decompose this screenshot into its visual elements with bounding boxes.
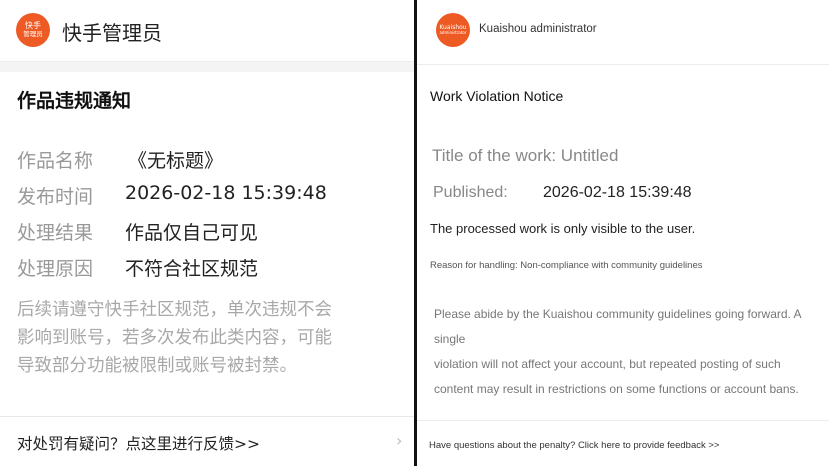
row-label: 作品名称 [17, 150, 94, 172]
guideline-line: 影响到账号，若多次发布此类内容，可能 [17, 328, 332, 348]
chevron-right-icon[interactable]: › [396, 431, 402, 450]
published-value: 2026-02-18 15:39:48 [543, 184, 692, 201]
footer-separator [0, 416, 414, 417]
left-panel-chinese: 快手 管理员 快手管理员 作品违规通知 作品名称 《无标题》 发布时间 2026… [0, 0, 414, 466]
logo-text-bottom: administrator [439, 30, 467, 36]
feedback-link[interactable]: 对处罚有疑问？点这里进行反馈>> [17, 432, 260, 454]
app-header: 快手 管理员 快手管理员 [0, 0, 414, 62]
row-value: 作品仅自己可见 [125, 222, 259, 244]
guideline-line: 后续请遵守快手社区规范，单次违规不会 [17, 300, 332, 320]
guideline-line: violation will not affect your account, … [434, 357, 781, 371]
row-result: 处理结果 作品仅自己可见 [17, 218, 258, 245]
guideline-line: content may result in restrictions on so… [434, 382, 799, 396]
app-name: Kuaishou administrator [479, 23, 597, 35]
footer-separator [417, 420, 829, 421]
right-panel-english: Kuaishou administrator Kuaishou administ… [417, 0, 829, 466]
notice-title: Work Violation Notice [430, 88, 564, 104]
row-label: 处理原因 [17, 258, 94, 280]
processing-reason: Reason for handling: Non-compliance with… [430, 260, 703, 271]
kuaishou-admin-logo: Kuaishou administrator [436, 13, 470, 47]
row-value: 2026-02-18 15:39:48 [125, 182, 327, 204]
processing-result: The processed work is only visible to th… [430, 221, 696, 236]
feedback-link[interactable]: Have questions about the penalty? Click … [429, 440, 719, 451]
guideline-text: Please abide by the Kuaishou community g… [434, 302, 824, 402]
published-label: Published: [433, 184, 508, 201]
row-publish-time: 发布时间 2026-02-18 15:39:48 [17, 182, 327, 209]
kuaishou-admin-logo: 快手 管理员 [16, 13, 50, 47]
guideline-text: 后续请遵守快手社区规范，单次违规不会 影响到账号，若多次发布此类内容，可能 导致… [17, 296, 402, 380]
header-separator [417, 64, 829, 65]
row-value: 《无标题》 [128, 150, 224, 172]
notice-title: 作品违规通知 [17, 90, 132, 112]
row-label: 处理结果 [17, 222, 94, 244]
row-reason: 处理原因 不符合社区规范 [17, 254, 258, 281]
work-title: Title of the work: Untitled [432, 146, 619, 165]
row-value: 不符合社区规范 [125, 258, 259, 280]
guideline-line: 导致部分功能被限制或账号被封禁。 [17, 356, 297, 376]
row-work-name: 作品名称 《无标题》 [17, 146, 223, 173]
logo-text-bottom: 管理员 [23, 29, 43, 38]
row-label: 发布时间 [17, 186, 94, 208]
guideline-line: Please abide by the Kuaishou community g… [434, 307, 801, 346]
section-gap [0, 62, 414, 72]
app-name: 快手管理员 [62, 21, 162, 45]
